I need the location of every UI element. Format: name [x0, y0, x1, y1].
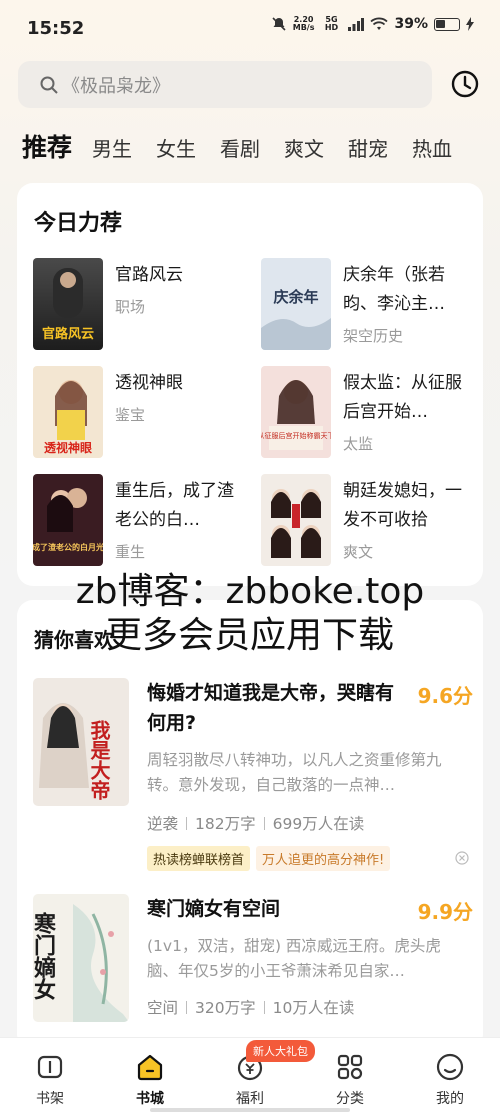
nav-label: 分类 [336, 1091, 364, 1107]
book-readers: 699万人在读 [272, 815, 365, 833]
book-words: 320万字 [195, 999, 256, 1017]
book-title: 庆余年（张若昀、李沁主… [343, 265, 445, 314]
cover-title: 寒门嫡女 [33, 911, 56, 1001]
book-cover: 从征服后宫开始称霸天下 [261, 366, 331, 458]
network-speed: 2.20 MB/s [292, 15, 315, 32]
network-type: 5G HD [324, 15, 339, 32]
book-cover: 我是大帝 [33, 678, 129, 806]
nav-bookshelf[interactable]: 书架 [15, 1052, 85, 1108]
rec-item[interactable]: 庆余年 庆余年（张若昀、李沁主… 架空历史 [261, 258, 481, 350]
cover-title: 从征服后宫开始称霸天下 [261, 431, 331, 440]
charging-icon [466, 17, 474, 31]
book-description: (1v1，双洁，甜宠) 西凉威远王府。虎头虎脑、年仅5岁的小王爷萧沫希见自家… [147, 937, 441, 980]
book-title: 朝廷发媳妇，一发不可收拾 [343, 481, 462, 530]
tab-drama[interactable]: 看剧 [220, 133, 260, 162]
tab-male[interactable]: 男生 [92, 133, 132, 162]
book-meta: 逆袭 182万字 699万人在读 [147, 812, 364, 834]
book-cover: 官路风云 [33, 258, 103, 350]
nav-category[interactable]: 分类 [315, 1052, 385, 1108]
today-recommend-card: 今日力荐 官路风云 官路风云 职场 庆余年 庆余年（张若昀、李沁主… 架空历史 … [17, 183, 483, 586]
book-cover: 成了渣老公的白月光 [33, 474, 103, 566]
bookshelf-icon [37, 1055, 63, 1079]
book-title: 假太监：从征服后宫开始… [343, 373, 462, 422]
mute-icon [272, 17, 286, 31]
gift-badge[interactable]: 新人大礼包 [246, 1040, 315, 1062]
book-badges: 热读榜蝉联榜首 万人追更的高分神作! [147, 846, 391, 871]
status-bar: 15:52 2.20 MB/s 5G HD 39% [0, 0, 500, 56]
history-icon[interactable] [450, 69, 480, 99]
highlight-badge: 万人追更的高分神作! [256, 846, 391, 871]
search-bar[interactable]: 《极品枭龙》 [18, 61, 432, 108]
tab-female[interactable]: 女生 [156, 133, 196, 162]
book-tag: 职场 [115, 298, 146, 316]
cover-title: 官路风云 [42, 326, 94, 342]
book-words: 182万字 [195, 815, 256, 833]
tab-sweet[interactable]: 甜宠 [348, 133, 388, 162]
section-title: 今日力荐 [34, 211, 123, 236]
signal-icon [348, 18, 365, 31]
cover-title: 透视神眼 [44, 440, 92, 455]
book-readers: 10万人在读 [272, 999, 355, 1017]
tab-hotblood[interactable]: 热血 [412, 133, 452, 162]
book-genre: 空间 [147, 999, 179, 1017]
watermark-line-2: 更多会员应用下载 [105, 615, 394, 656]
status-time: 15:52 [27, 18, 85, 39]
battery-level: 39% [394, 16, 428, 32]
rec-item[interactable]: 官路风云 官路风云 职场 [33, 258, 253, 350]
book-title: 透视神眼 [115, 373, 183, 393]
wifi-icon [370, 17, 389, 30]
book-tag: 鉴宝 [115, 406, 146, 424]
book-meta: 空间 320万字 10万人在读 [147, 996, 354, 1018]
cover-title: 庆余年 [273, 288, 318, 306]
rec-item[interactable]: 透视神眼 透视神眼 鉴宝 [33, 366, 253, 458]
rec-item[interactable]: 从征服后宫开始称霸天下 假太监：从征服后宫开始… 太监 [261, 366, 481, 458]
nav-label: 书城 [136, 1091, 164, 1107]
tab-recommend[interactable]: 推荐 [22, 128, 72, 164]
category-icon [337, 1054, 363, 1080]
rec-item[interactable]: 朝廷发媳妇，一发不可收拾 爽文 [261, 474, 481, 566]
nav-label: 书架 [36, 1091, 64, 1107]
book-cover: 透视神眼 [33, 366, 103, 458]
nav-label: 我的 [436, 1091, 464, 1107]
book-tag: 太监 [343, 435, 374, 453]
book-score: 9.6分 [417, 684, 473, 708]
rank-badge: 热读榜蝉联榜首 [147, 846, 251, 871]
book-list-item[interactable]: 寒门嫡女 寒门嫡女有空间 9.9分 (1v1，双洁，甜宠) 西凉威远王府。虎头虎… [33, 894, 473, 1034]
book-cover: 寒门嫡女 [33, 894, 129, 1022]
nav-label: 福利 [236, 1091, 264, 1107]
book-list-item[interactable]: 我是大帝 悔婚才知道我是大帝，哭瞎有何用? 9.6分 周轻羽散尽八转神功，以凡人… [33, 678, 473, 878]
book-title: 悔婚才知道我是大帝，哭瞎有何用? [147, 682, 395, 734]
home-icon [137, 1054, 163, 1081]
dismiss-icon[interactable] [455, 851, 469, 865]
tab-shuangwen[interactable]: 爽文 [284, 133, 324, 162]
battery-icon [434, 17, 460, 31]
search-placeholder: 《极品枭龙》 [62, 75, 170, 97]
status-icons: 2.20 MB/s 5G HD 39% [271, 16, 474, 32]
search-icon [40, 76, 58, 94]
nav-bookstore[interactable]: 书城 [115, 1052, 185, 1108]
book-tag: 架空历史 [343, 327, 404, 345]
home-indicator [150, 1108, 350, 1112]
book-title: 重生后，成了渣老公的白… [115, 481, 234, 530]
cover-title: 成了渣老公的白月光 [33, 542, 103, 552]
profile-icon [436, 1053, 464, 1081]
book-tag: 爽文 [343, 543, 374, 561]
book-cover: 庆余年 [261, 258, 331, 350]
book-genre: 逆袭 [147, 815, 179, 833]
book-cover [261, 474, 331, 566]
book-title: 寒门嫡女有空间 [147, 898, 281, 920]
book-score: 9.9分 [417, 900, 473, 924]
guess-you-like-card: 猜你喜欢 我是大帝 悔婚才知道我是大帝，哭瞎有何用? 9.6分 周轻羽散尽八转神… [17, 600, 483, 1050]
rec-item[interactable]: 成了渣老公的白月光 重生后，成了渣老公的白… 重生 [33, 474, 253, 566]
category-tabs: 推荐 男生 女生 看剧 爽文 甜宠 热血 [22, 128, 500, 164]
book-title: 官路风云 [115, 265, 183, 285]
cover-title: 我是大帝 [87, 720, 111, 801]
book-tag: 重生 [115, 543, 146, 561]
book-description: 周轻羽散尽八转神功，以凡人之资重修第九转。意外发现，自己散落的一点神… [147, 751, 442, 794]
nav-mine[interactable]: 我的 [415, 1052, 485, 1108]
